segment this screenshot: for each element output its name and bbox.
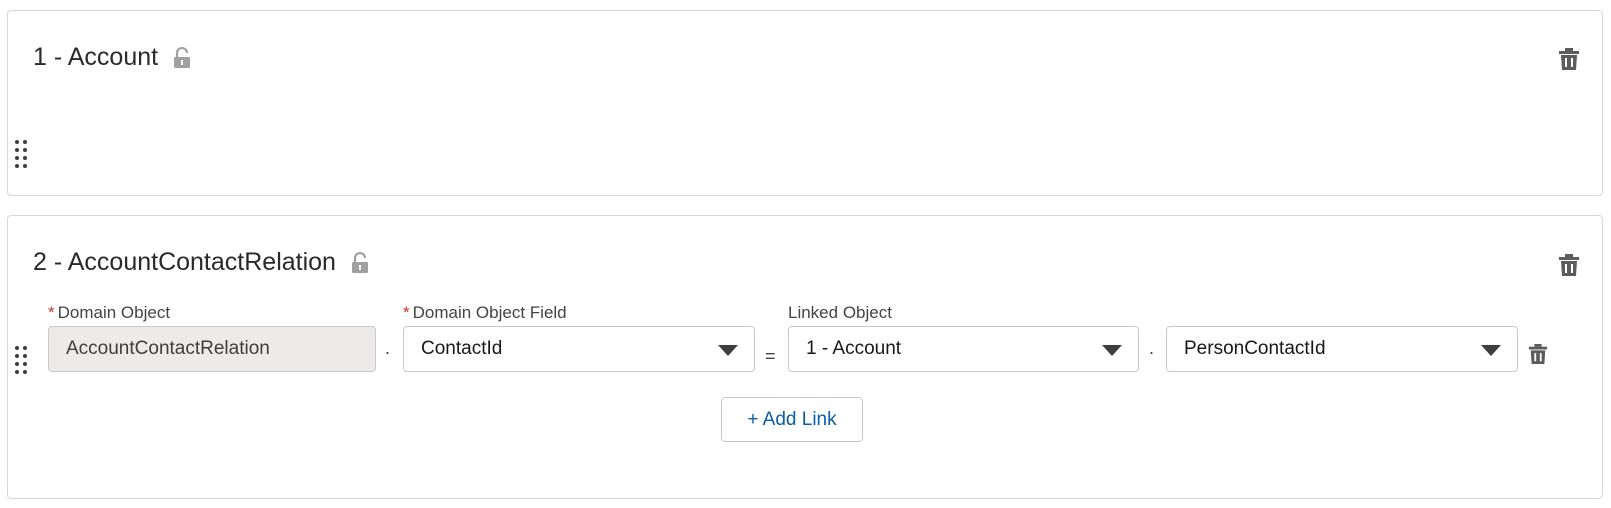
dot-separator: .	[385, 338, 391, 358]
linked-field-select: PersonContactId	[1166, 303, 1518, 373]
linked-field-dropdown[interactable]: PersonContactId	[1166, 326, 1518, 372]
dot-separator: .	[1149, 338, 1155, 358]
delete-section-icon[interactable]	[1558, 47, 1580, 71]
chevron-down-icon	[1102, 345, 1122, 356]
required-marker: *	[403, 303, 410, 322]
equals-separator: =	[765, 346, 776, 366]
unlock-icon[interactable]	[350, 251, 370, 274]
domain-object-field-dropdown[interactable]: ContactId	[403, 326, 755, 372]
section-title-text: 2 - AccountContactRelation	[33, 248, 336, 276]
delete-section-icon[interactable]	[1558, 253, 1580, 277]
domain-object-field-label: * Domain Object Field	[403, 303, 567, 323]
linked-object-dropdown[interactable]: 1 - Account	[788, 326, 1139, 372]
object-card-1: 1 - Account	[7, 10, 1603, 196]
drag-handle-icon[interactable]	[13, 344, 29, 378]
domain-object-field-select: * Domain Object Field ContactId	[403, 303, 755, 373]
domain-object-label-text: Domain Object	[57, 303, 171, 322]
object-card-2: 2 - AccountContactRelation * Domain Obje…	[7, 215, 1603, 499]
add-link-button[interactable]: + Add Link	[721, 397, 863, 442]
delete-link-icon[interactable]	[1528, 343, 1548, 365]
linked-object-field: Linked Object 1 - Account	[788, 303, 1139, 373]
unlock-icon[interactable]	[172, 46, 192, 69]
linked-field-value: PersonContactId	[1184, 338, 1326, 359]
chevron-down-icon	[718, 345, 738, 356]
required-marker: *	[48, 303, 55, 322]
chevron-down-icon	[1481, 345, 1501, 356]
section-title: 1 - Account	[33, 43, 192, 72]
linked-object-label: Linked Object	[788, 303, 892, 322]
drag-handle-icon[interactable]	[13, 138, 29, 172]
section-title: 2 - AccountContactRelation	[33, 248, 370, 277]
domain-object-input[interactable]: AccountContactRelation	[48, 326, 376, 372]
section-title-text: 1 - Account	[33, 43, 159, 71]
domain-object-field-value: ContactId	[421, 338, 503, 359]
domain-object-field: * Domain Object AccountContactRelation	[48, 303, 376, 373]
domain-object-field-label-text: Domain Object Field	[412, 303, 567, 322]
domain-object-label: * Domain Object	[48, 303, 170, 323]
linked-object-value: 1 - Account	[806, 338, 902, 359]
